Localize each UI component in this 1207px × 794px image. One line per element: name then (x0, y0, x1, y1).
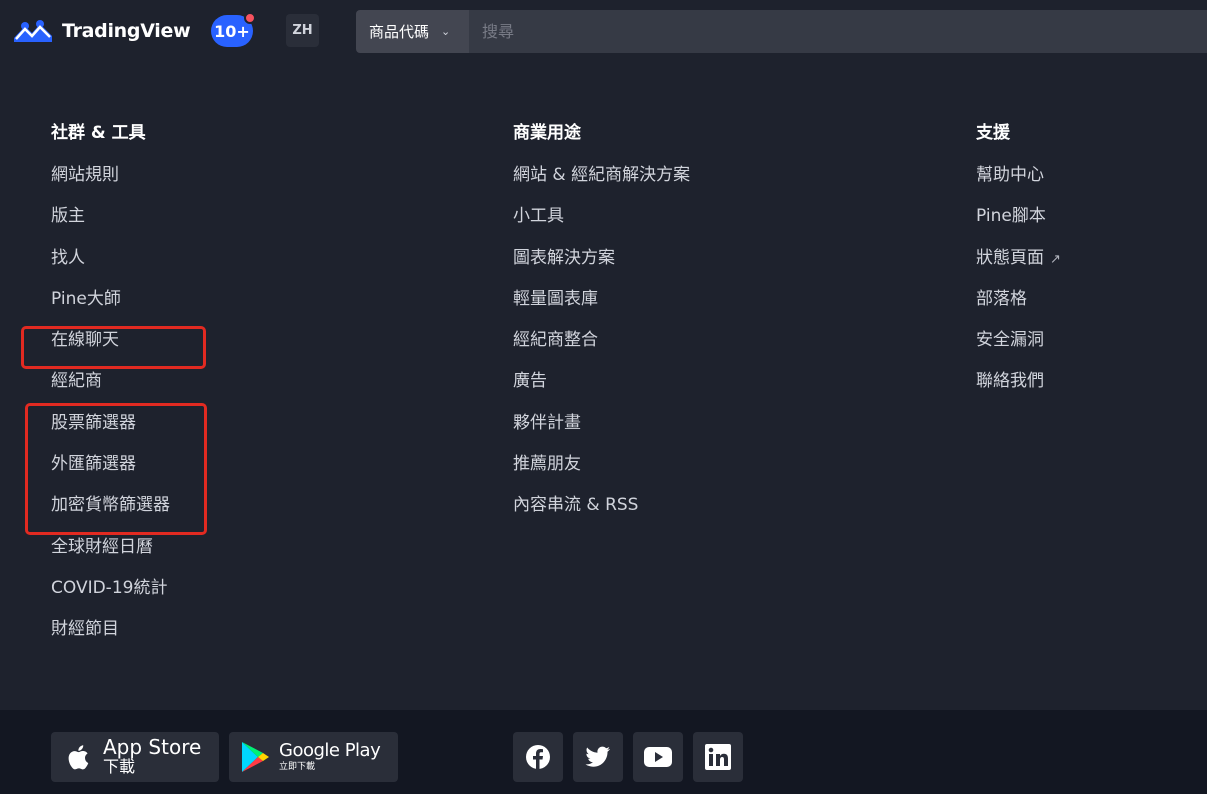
notification-dot (244, 12, 256, 24)
search-type-dropdown[interactable]: 商品代碼 ⌄ (356, 10, 469, 53)
link-help-center[interactable]: 幫助中心 (976, 162, 1061, 203)
facebook-button[interactable] (513, 732, 563, 782)
twitter-button[interactable] (573, 732, 623, 782)
linkedin-button[interactable] (693, 732, 743, 782)
external-link-icon: ↗ (1050, 251, 1061, 267)
link-security-vulnerability[interactable]: 安全漏洞 (976, 327, 1061, 368)
support-column: 支援 幫助中心 Pine腳本 狀態頁面 ↗ 部落格 安全漏洞 聯絡我們 (976, 118, 1061, 410)
app-store-subtitle: 下載 (103, 757, 136, 776)
link-economic-calendar[interactable]: 全球財經日曆 (51, 534, 170, 575)
notification-count: 10+ (214, 21, 250, 41)
column-title: 商業用途 (513, 123, 581, 143)
google-play-text: Google Play 立即下載 (279, 740, 381, 773)
status-page-label: 狀態頁面 (976, 247, 1044, 268)
link-pine-script[interactable]: Pine腳本 (976, 203, 1061, 244)
link-blog[interactable]: 部落格 (976, 286, 1061, 327)
footer-bar: App Store 下載 Google Play 立即下載 (0, 710, 1207, 794)
google-play-title: Google Play (279, 740, 381, 761)
link-site-rules[interactable]: 網站規則 (51, 162, 170, 203)
column-title: 社群 & 工具 (51, 123, 146, 143)
link-partner-program[interactable]: 夥伴計畫 (513, 410, 690, 451)
app-store-title: App Store (103, 735, 202, 759)
link-covid-stats[interactable]: COVID-19統計 (51, 575, 170, 616)
link-lightweight-charts[interactable]: 輕量圖表庫 (513, 286, 690, 327)
google-play-subtitle: 立即下載 (279, 762, 316, 772)
top-header: TradingView 10+ ZH 商品代碼 ⌄ (0, 0, 1207, 64)
link-status-page[interactable]: 狀態頁面 ↗ (976, 245, 1061, 286)
tradingview-logo-icon (14, 20, 52, 42)
business-column: 商業用途 網站 & 經紀商解決方案 小工具 圖表解決方案 輕量圖表庫 經紀商整合… (513, 118, 690, 534)
notifications-badge[interactable]: 10+ (211, 12, 256, 47)
column-title: 支援 (976, 123, 1010, 143)
link-content-streams[interactable]: 內容串流 & RSS (513, 492, 690, 533)
highlight-box-chat (21, 326, 206, 369)
link-charting-solutions[interactable]: 圖表解決方案 (513, 245, 690, 286)
logo-text: TradingView (62, 20, 191, 42)
link-refer-friend[interactable]: 推薦朋友 (513, 451, 690, 492)
search-input[interactable] (469, 10, 1207, 53)
link-pine-wizards[interactable]: Pine大師 (51, 286, 170, 327)
linkedin-icon (705, 744, 731, 770)
link-finance-shows[interactable]: 財經節目 (51, 616, 170, 657)
app-store-button[interactable]: App Store 下載 (51, 732, 219, 782)
google-play-button[interactable]: Google Play 立即下載 (229, 732, 398, 782)
youtube-icon (644, 747, 672, 767)
search-bar: 商品代碼 ⌄ (356, 10, 1207, 53)
link-advertising[interactable]: 廣告 (513, 368, 690, 409)
chevron-down-icon: ⌄ (441, 25, 451, 38)
link-broker-solutions[interactable]: 網站 & 經紀商解決方案 (513, 162, 690, 203)
youtube-button[interactable] (633, 732, 683, 782)
apple-icon (68, 745, 89, 770)
language-button[interactable]: ZH (286, 14, 319, 47)
community-tools-column: 社群 & 工具 網站規則 版主 找人 Pine大師 在線聊天 經紀商 股票篩選器… (51, 118, 170, 658)
search-type-label: 商品代碼 (369, 23, 430, 41)
google-play-icon (242, 742, 269, 772)
link-widgets[interactable]: 小工具 (513, 203, 690, 244)
tradingview-logo[interactable]: TradingView (12, 18, 191, 44)
app-store-text: App Store 下載 (103, 737, 201, 777)
link-contact-us[interactable]: 聯絡我們 (976, 368, 1061, 409)
link-moderators[interactable]: 版主 (51, 203, 170, 244)
link-broker-integration[interactable]: 經紀商整合 (513, 327, 690, 368)
highlight-box-screeners (25, 403, 207, 535)
facebook-icon (526, 745, 550, 769)
twitter-icon (585, 746, 610, 767)
link-find-people[interactable]: 找人 (51, 245, 170, 286)
